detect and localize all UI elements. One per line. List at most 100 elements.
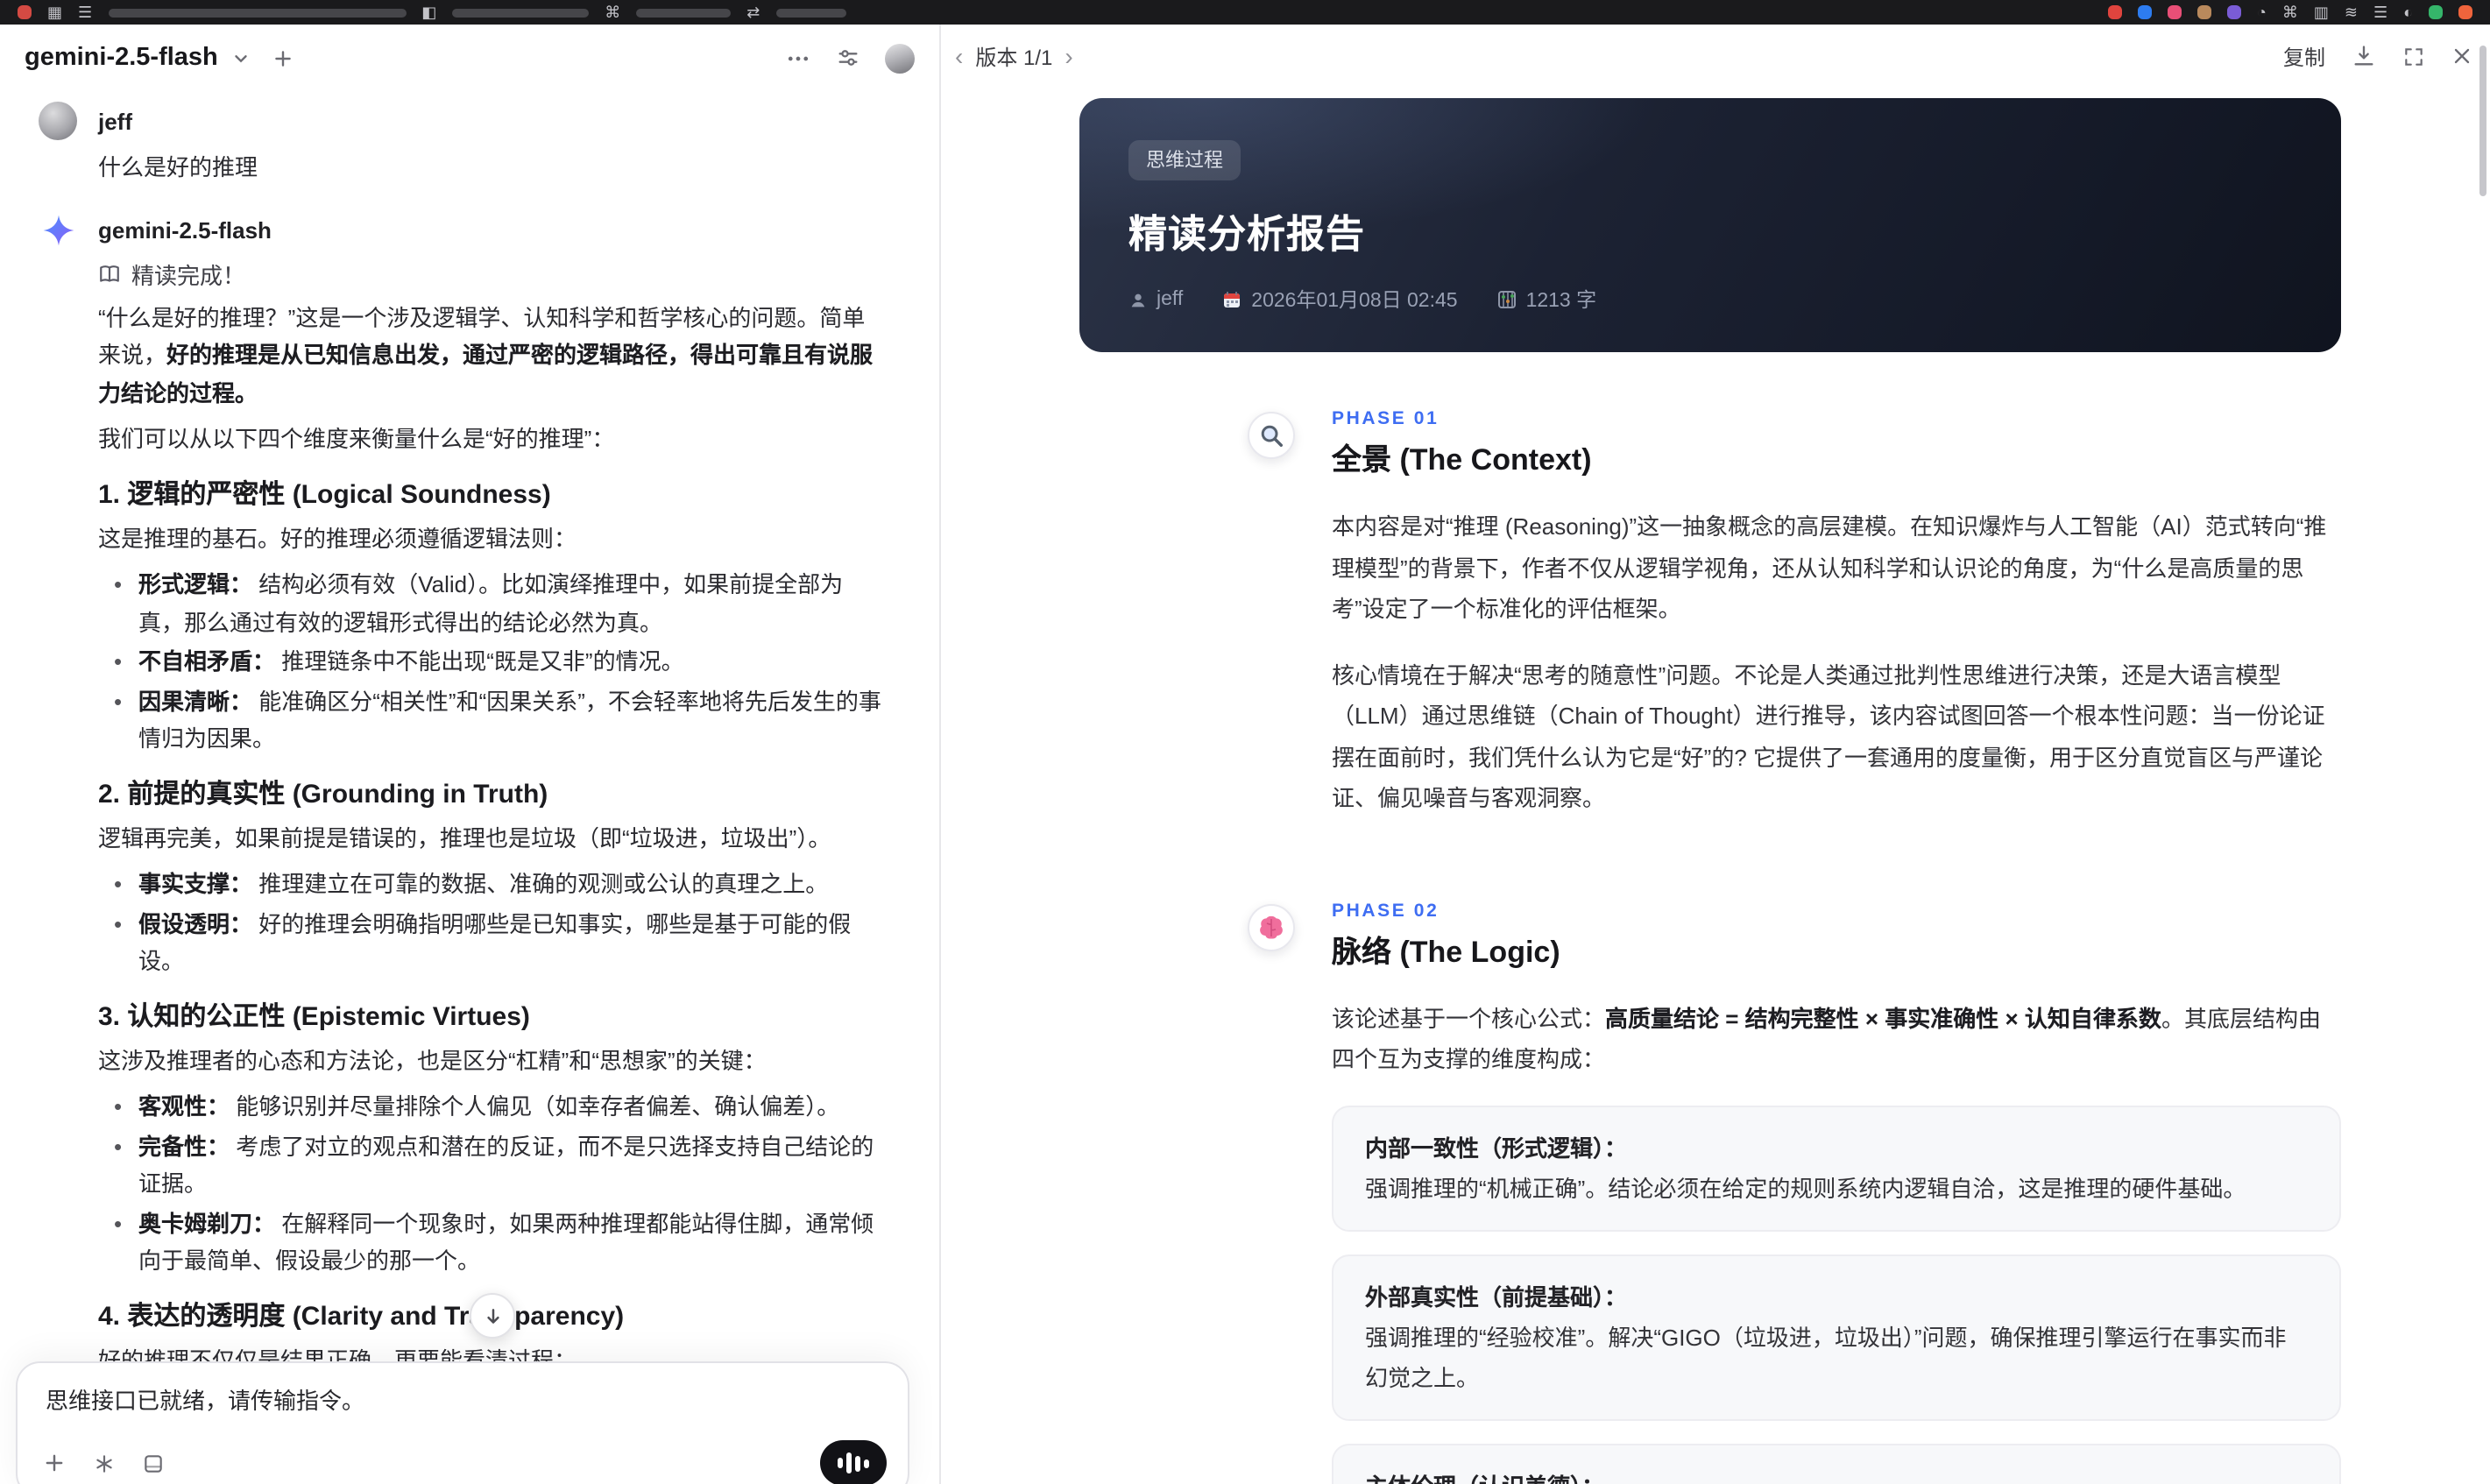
menu-bar: ▦ ☰ ◧ ⌘ ⇄ ◔ ⌘ ▥ ≋ ☰ ◐ — [0, 0, 2490, 25]
status-text: 精读完成！ — [131, 262, 246, 288]
phase-label: PHASE 02 — [1332, 900, 1440, 921]
menubar-search-icon[interactable]: ◐ — [2403, 4, 2413, 21]
chat-message-user: jeff 什么是好的推理 — [39, 102, 887, 187]
menubar-swap-icon[interactable]: ⇄ — [746, 4, 760, 21]
menubar-status-blue[interactable] — [2137, 5, 2152, 19]
bullet-lead: 假设透明： — [138, 910, 253, 936]
skills-asterisk-button[interactable] — [93, 1452, 116, 1474]
message-paragraph: 这涉及推理者的心态和方法论，也是区分“杠精”和“思想家”的关键： — [98, 1047, 767, 1073]
prev-version-button[interactable]: ‹ — [955, 44, 963, 68]
report-meta-text: 2026年01月08日 02:45 — [1251, 291, 1458, 312]
menubar-menu-text — [636, 8, 732, 17]
menubar-keyboard-icon[interactable]: ⌘ — [2282, 4, 2298, 21]
report-meta-text: 1213 字 — [1525, 291, 1597, 312]
dimension-card: 主体伦理（认识美德）：转向推理者的心理特征。引入奥卡姆剃刀和反向论证，旨在克服人… — [1332, 1443, 2341, 1484]
bullet-item: 奥卡姆剃刀： 在解释同一个现象时，如果两种推理都能站得住脚，通常倾向于最简单、假… — [114, 1205, 887, 1280]
bullet-lead: 事实支撑： — [138, 871, 253, 897]
menubar-status-purple[interactable] — [2226, 5, 2241, 19]
scroll-to-bottom-button[interactable] — [470, 1293, 515, 1339]
report-meta-item: 1213 字 — [1496, 286, 1597, 314]
menubar-status-pink[interactable] — [2167, 5, 2182, 19]
report-paragraph: 该论述基于一个核心公式：高质量结论 = 结构完整性 × 事实准确性 × 认知自律… — [1332, 1005, 2321, 1072]
report-meta: jeff 2026年01月08日 02:45 1213 字 — [1128, 286, 2292, 314]
version-label: 版本 1/1 — [975, 45, 1053, 69]
message-paragraph: 这是推理的基石。好的推理必须遵循逻辑法则： — [98, 525, 577, 551]
menubar-status-green[interactable] — [2429, 5, 2443, 19]
menubar-clock-icon[interactable]: ◔ — [2257, 4, 2267, 21]
menubar-left: ▦ ☰ ◧ ⌘ ⇄ — [18, 4, 846, 21]
message-body: 什么是好的推理 — [98, 149, 887, 187]
bullet-lead: 形式逻辑： — [138, 571, 253, 597]
menubar-display-icon[interactable]: ▥ — [2314, 4, 2329, 21]
bullet-text: 推理建立在可靠的数据、准确的观测或公认的真理之上。 — [252, 871, 829, 897]
close-panel-button[interactable] — [2451, 46, 2472, 67]
artifact-header: ‹ 版本 1/1 › 复制 — [941, 25, 2490, 88]
menubar-control-center-icon[interactable]: ☰ — [2373, 4, 2387, 21]
settings-sliders-button[interactable] — [836, 46, 860, 70]
screen: ▦ ☰ ◧ ⌘ ⇄ ◔ ⌘ ▥ ≋ ☰ ◐ gemini-2.5-flash j… — [0, 0, 2490, 1484]
canvas-frame-button[interactable] — [142, 1452, 165, 1474]
menubar-list-icon[interactable]: ☰ — [78, 4, 92, 21]
voice-input-button[interactable] — [820, 1440, 887, 1484]
bullet-lead: 不自相矛盾： — [138, 648, 276, 675]
report-meta-text: jeff — [1157, 289, 1184, 310]
message-paragraph: 什么是好的推理 — [98, 154, 258, 180]
download-button[interactable] — [2352, 44, 2376, 68]
dimension-card: 内部一致性（形式逻辑）： 强调推理的“机械正确”。结论必须在给定的规则系统内逻辑自… — [1332, 1105, 2341, 1231]
chevron-down-icon[interactable] — [232, 48, 251, 67]
phase-title: 全景 (The Context) — [1332, 443, 1592, 477]
chat-messages: jeff 什么是好的推理 gemini-2.5-flash 精读完成！ “什么是好的推理… — [0, 91, 939, 1484]
phase-body: PHASE 02 脉络 (The Logic) 该论述基于一个核心公式：高质量结论 … — [1332, 900, 2341, 1484]
menubar-grid-icon[interactable]: ▦ — [47, 4, 62, 21]
report-badge: 思维过程 — [1128, 140, 1241, 180]
chat-panel: gemini-2.5-flash jeff 什么是好的推理 gemini-2.5… — [0, 25, 941, 1484]
gemini-model-icon — [39, 211, 77, 250]
menubar-status-red[interactable] — [2107, 5, 2122, 19]
card-lead: 主体伦理（认识美德）： — [1365, 1466, 2308, 1484]
menubar-app-icon-red[interactable] — [18, 5, 32, 19]
report-meta-item: jeff — [1128, 289, 1183, 310]
new-chat-button[interactable] — [272, 46, 295, 69]
message-author: gemini-2.5-flash — [98, 217, 272, 244]
bullet-item: 完备性： 考虑了对立的观点和潜在的反证，而不是只选择支持自己结论的证据。 — [114, 1127, 887, 1203]
message-paragraph: “什么是好的推理？”这是一个涉及逻辑学、认知科学和哲学核心的问题。简单来说，好的… — [98, 304, 874, 406]
report-meta-item: 2026年01月08日 02:45 — [1221, 286, 1458, 314]
report-scroll-area: 思维过程 精读分析报告 jeff 2026年01月08日 02:45 1213 字 … — [941, 88, 2490, 1484]
brain-icon — [1248, 903, 1295, 950]
user-avatar — [39, 102, 77, 140]
bullet-item: 事实支撑： 推理建立在可靠的数据、准确的观测或公认的真理之上。 — [114, 866, 887, 903]
chat-message-assistant: gemini-2.5-flash 精读完成！ “什么是好的推理？”这是一个涉及逻辑学… — [39, 211, 887, 1463]
message-body: 精读完成！ “什么是好的推理？”这是一个涉及逻辑学、认知科学和哲学核心的问题。简单… — [98, 257, 887, 1463]
report-phase: PHASE 02 脉络 (The Logic) 该论述基于一个核心公式：高质量结论 … — [1248, 900, 2341, 1484]
composer-input[interactable]: 思维接口已就绪，请传输指令。 — [46, 1382, 880, 1416]
menubar-status-orange[interactable] — [2458, 5, 2472, 19]
bullet-lead: 因果清晰： — [138, 688, 253, 714]
message-header: gemini-2.5-flash — [39, 211, 887, 250]
message-composer[interactable]: 思维接口已就绪，请传输指令。 — [16, 1361, 909, 1484]
menubar-status-tan[interactable] — [2196, 5, 2211, 19]
menubar-wifi-icon[interactable]: ≋ — [2345, 4, 2358, 21]
menubar-command-icon[interactable]: ⌘ — [605, 4, 620, 21]
menubar-window-icon[interactable]: ◧ — [421, 4, 436, 21]
window-scrollbar-thumb[interactable] — [2479, 46, 2486, 196]
version-nav: ‹ 版本 1/1 › — [955, 41, 1073, 71]
person-icon — [1128, 290, 1148, 309]
report-paragraph: 本内容是对“推理 (Reasoning)”这一抽象概念的高层建模。在知识爆炸与人… — [1332, 513, 2327, 622]
message-heading: 3. 认知的公正性 (Epistemic Virtues) — [98, 1001, 530, 1031]
dimension-card: 外部真实性（前提基础）： 强调推理的“经验校准”。解决“GIGO（垃圾进，垃圾出）… — [1332, 1254, 2341, 1420]
next-version-button[interactable]: › — [1065, 44, 1072, 68]
attach-plus-button[interactable] — [42, 1451, 67, 1475]
card-lead: 内部一致性（形式逻辑）： — [1365, 1134, 1628, 1161]
message-author: jeff — [98, 108, 132, 134]
menubar-menu-text — [108, 8, 407, 17]
bullet-text: 能够识别并尽量排除个人偏见（如幸存者偏差、确认偏差）。 — [230, 1093, 840, 1120]
copy-button[interactable]: 复制 — [2283, 41, 2325, 71]
more-options-button[interactable] — [785, 45, 811, 71]
phase-label: PHASE 01 — [1332, 408, 1440, 429]
model-title[interactable]: gemini-2.5-flash — [25, 44, 218, 72]
bullet-list: 事实支撑： 推理建立在可靠的数据、准确的观测或公认的真理之上。假设透明： 好的推… — [98, 866, 887, 980]
bullet-text: 考虑了对立的观点和潜在的反证，而不是只选择支持自己结论的证据。 — [138, 1133, 874, 1197]
counter-icon — [1496, 289, 1517, 310]
profile-avatar[interactable] — [885, 43, 915, 73]
fullscreen-button[interactable] — [2402, 45, 2425, 67]
